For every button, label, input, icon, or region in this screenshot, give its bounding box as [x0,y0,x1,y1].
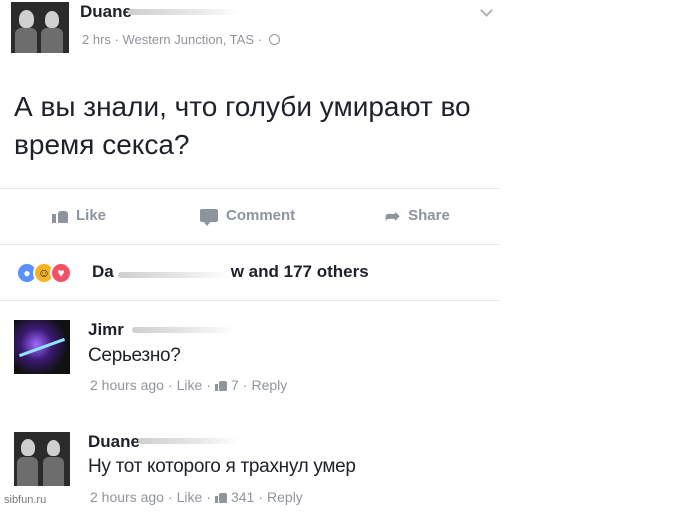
thumbs-up-icon [214,492,227,503]
redaction-mark [138,438,240,444]
commenter-avatar[interactable] [14,320,70,374]
comment-time[interactable]: 2 hours ago [90,377,164,393]
comment-meta: 2 hours ago · Like · 341 · Reply [90,489,303,505]
meta-separator: · [257,32,262,47]
meta-separator: · [242,377,248,393]
redaction-mark [132,327,234,333]
post-location[interactable]: Western Junction, TAS [123,32,255,47]
globe-icon [268,34,280,45]
post-author-name[interactable]: Duane [80,2,132,22]
love-reaction-icon: ♥ [50,262,72,284]
meta-separator: · [114,32,119,47]
post-text: А вы знали, что голуби умирают во время … [14,91,471,160]
post-time[interactable]: 2 hrs [82,32,111,47]
divider [0,244,500,245]
comment-like-link[interactable]: Like [177,377,203,393]
reactions-prefix: Da [92,262,114,281]
commenter-avatar[interactable] [14,432,70,486]
comment-button[interactable]: Comment [200,207,296,226]
divider [0,188,500,189]
meta-separator: · [167,489,173,505]
comment-time[interactable]: 2 hours ago [90,489,164,505]
share-arrow-icon: ➦ [385,205,401,226]
post-author-label: Duane [80,2,132,21]
comment-like-link[interactable]: Like [177,489,203,505]
thumbs-up-icon [52,209,68,223]
comment-text: Серьезно? [88,345,181,366]
comment-text: Ну тот которого я трахнул умер [88,456,356,477]
comment-like-count[interactable]: 341 [231,489,254,505]
commenter-name[interactable]: Duane [88,432,140,452]
post-actions: Like Comment ➦ Share [0,200,500,234]
commenter-name[interactable]: Jimr [88,320,124,340]
comment-reply-link[interactable]: Reply [267,489,303,505]
meta-separator: · [206,489,211,505]
meta-separator: · [206,377,211,393]
like-button[interactable]: Like [52,207,106,224]
post-meta: 2 hrs · Western Junction, TAS · [82,32,280,47]
meta-separator: · [167,377,173,393]
share-label: Share [408,207,450,224]
chevron-down-icon[interactable] [480,4,493,17]
like-label: Like [76,207,107,224]
comment-like-count[interactable]: 7 [231,377,239,393]
author-avatar[interactable] [11,2,69,53]
redaction-mark [128,9,240,15]
meta-separator: · [258,489,264,505]
watermark: sibfun.ru [4,494,47,506]
redaction-mark [118,272,230,278]
comment-icon [200,209,218,226]
comment-label: Comment [226,207,296,224]
reaction-icons[interactable]: ● ☺ ♥ [16,261,72,285]
divider [0,300,500,301]
facebook-post: Duane 2 hrs · Western Junction, TAS · А … [0,0,698,514]
reactions-suffix: w and 177 others [230,262,369,281]
thumbs-up-icon [214,380,227,391]
comment-reply-link[interactable]: Reply [251,377,287,393]
share-button[interactable]: ➦ Share [385,205,450,226]
comment-meta: 2 hours ago · Like · 7 · Reply [90,377,287,393]
